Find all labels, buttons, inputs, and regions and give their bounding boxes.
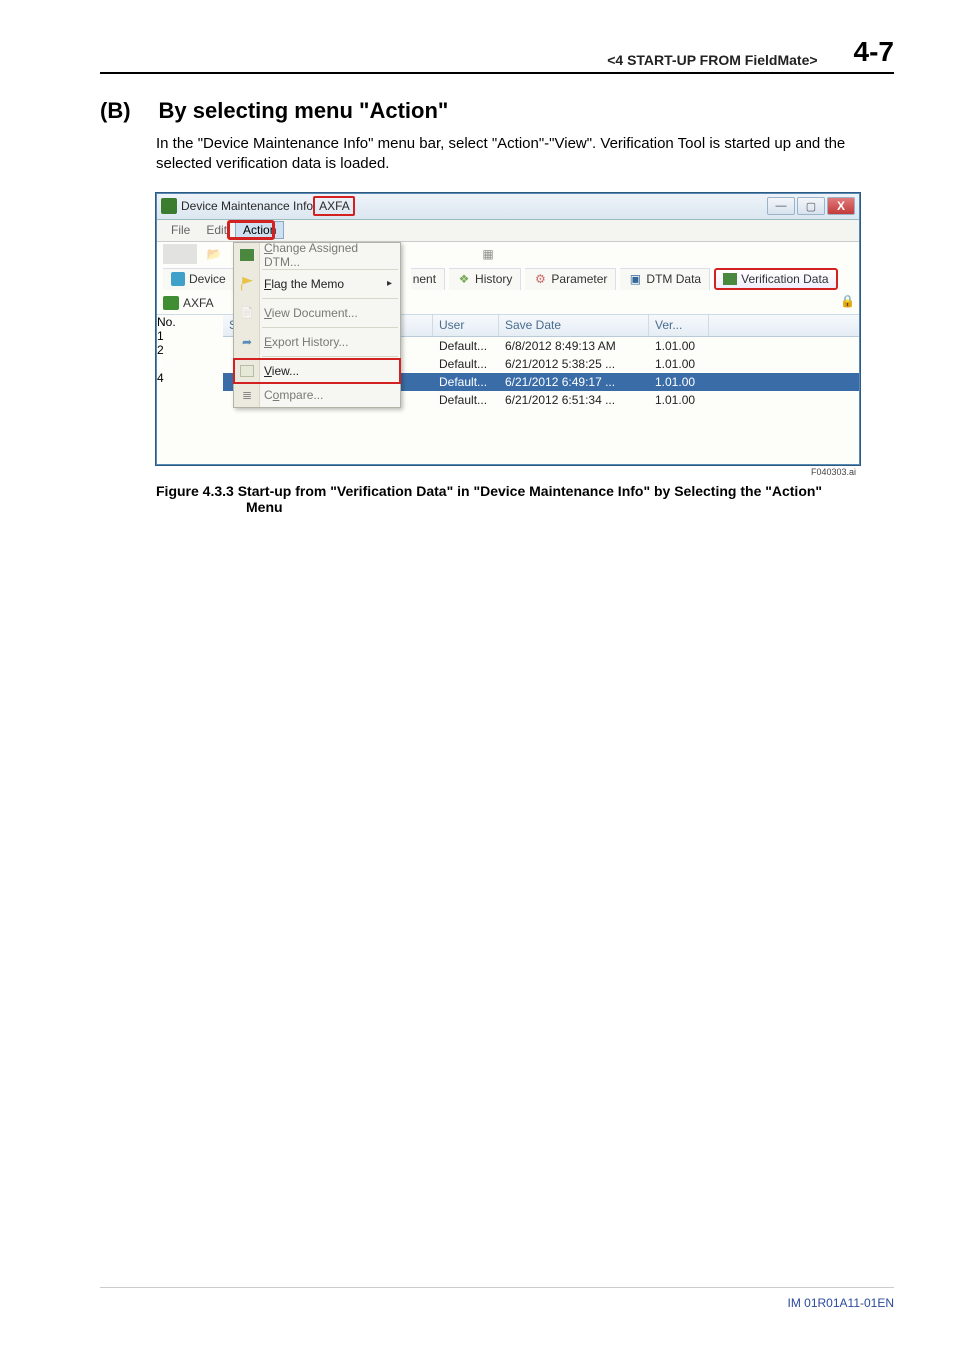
menu-file[interactable]: File [163,221,198,239]
tab-verification-data[interactable]: Verification Data [714,268,837,290]
dropdown-separator [262,327,398,328]
flag-icon [241,277,253,291]
close-button[interactable]: X [827,197,855,215]
header-section: <4 START-UP FROM FieldMate> [607,52,817,68]
column-header-no[interactable]: No. [157,315,223,329]
dtm-icon: ▣ [628,272,642,286]
maximize-button[interactable]: ▢ [797,197,825,215]
dropdown-separator [262,356,398,357]
view-icon [240,365,254,377]
menu-flag-memo[interactable]: Flag the Memo▸ [234,272,400,296]
dropdown-separator [262,298,398,299]
row-number[interactable]: 2 [157,343,223,357]
section-heading: (B) By selecting menu "Action" [100,98,894,124]
menu-export-history[interactable]: Export History... [234,330,400,354]
lock-icon: 🔒 [840,294,855,308]
app-icon [161,198,177,214]
change-dtm-icon [240,249,254,261]
page-footer: IM 01R01A11-01EN [100,1287,894,1310]
toolbar-gray-icon [163,244,197,264]
tab-device[interactable]: Device [163,268,235,290]
action-dropdown: Change Assigned DTM... Flag the Memo▸ Vi… [233,242,401,408]
tab-history[interactable]: ❖History [449,268,521,290]
header-page: 4-7 [854,36,894,68]
column-header-save-date[interactable]: Save Date [499,315,649,336]
section-body: In the "Device Maintenance Info" menu ba… [156,134,894,175]
figure-caption: Figure 4.3.3 Start-up from "Verification… [156,483,894,515]
menu-compare[interactable]: Compare... [234,383,400,407]
window-title-a: Device Maintenance Info [181,199,313,213]
compare-icon [239,387,255,403]
figure-source-row: F040303.ai [156,467,860,477]
section-tag: (B) [100,98,131,124]
page-header: <4 START-UP FROM FieldMate> 4-7 [100,36,894,74]
footer-doc-id: IM 01R01A11-01EN [788,1296,895,1310]
figure-source: F040303.ai [811,467,856,477]
history-icon: ❖ [457,272,471,286]
titlebar: Device Maintenance Info AXFA — ▢ X [157,194,859,220]
row-number[interactable]: 4 [157,371,223,385]
verification-icon [723,273,737,285]
title-highlight [313,196,355,216]
toolbar-area: 📂 ▦ Device nent ❖History ⚙Parameter ▣DTM… [157,242,859,464]
menubar: File Edit Action [157,220,859,242]
toolbar-open-icon[interactable]: 📂 [203,244,225,264]
minimize-button[interactable]: — [767,197,795,215]
parameter-icon: ⚙ [533,272,547,286]
column-header-user[interactable]: User [433,315,499,336]
tab-nent[interactable]: nent [411,268,445,290]
axfa-label: AXFA [183,296,214,310]
submenu-arrow-icon: ▸ [387,278,392,289]
row-number-selected[interactable]: 3 [157,357,223,371]
dropdown-separator [262,269,398,270]
toolbar-small-icon: ▦ [477,244,499,264]
column-header-ver[interactable]: Ver... [649,315,709,336]
app-window: Device Maintenance Info AXFA — ▢ X File … [156,193,860,465]
action-highlight [227,220,275,240]
axfa-icon [163,296,179,310]
export-icon [239,334,255,350]
device-icon [171,272,185,286]
row-number[interactable]: 1 [157,329,223,343]
tab-parameter[interactable]: ⚙Parameter [525,268,616,290]
menu-change-assigned-dtm[interactable]: Change Assigned DTM... [234,243,400,267]
menu-view[interactable]: View... [234,359,400,383]
tab-dtm-data[interactable]: ▣DTM Data [620,268,710,290]
document-icon [239,305,255,321]
menu-view-document[interactable]: View Document... [234,301,400,325]
section-title: By selecting menu "Action" [159,98,449,124]
